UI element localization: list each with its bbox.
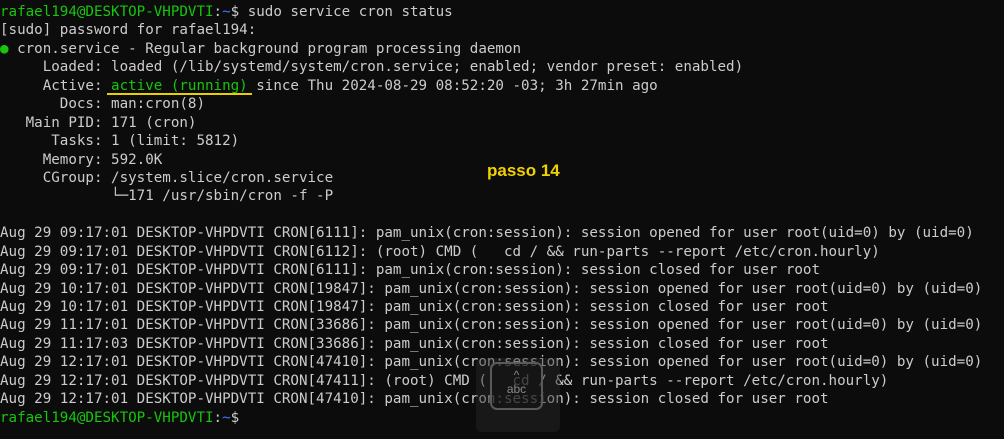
terminal-text: ~ xyxy=(222,4,231,20)
terminal-text: Aug 29 09:17:01 DESKTOP-VHPDVTI CRON[611… xyxy=(0,262,820,279)
terminal-text: Aug 29 12:17:01 DESKTOP-VHPDVTI CRON[474… xyxy=(0,372,889,389)
terminal-text: Aug 29 10:17:01 DESKTOP-VHPDVTI CRON[198… xyxy=(0,299,829,315)
terminal-text: cron.service - Regular background progra… xyxy=(8,40,522,57)
active-status-highlight: active (running) xyxy=(107,77,252,96)
terminal-text: ~ xyxy=(222,409,231,426)
terminal-text: Memory: 592.0K xyxy=(0,151,163,168)
terminal-text: rafael194@DESKTOP-VHPDVTI xyxy=(0,4,214,20)
terminal-text: Aug 29 12:17:01 DESKTOP-VHPDVTI CRON[474… xyxy=(0,391,829,408)
terminal-line: Loaded: loaded (/lib/systemd/system/cron… xyxy=(0,58,1004,76)
terminal-line: Aug 29 10:17:01 DESKTOP-VHPDVTI CRON[198… xyxy=(0,280,1004,298)
terminal-text: since Thu 2024-08-29 08:52:20 -03; 3h 27… xyxy=(247,77,658,94)
terminal-text: Aug 29 10:17:01 DESKTOP-VHPDVTI CRON[198… xyxy=(0,280,983,297)
terminal-line: └─171 /usr/sbin/cron -f -P xyxy=(0,187,1004,205)
terminal-line: Tasks: 1 (limit: 5812) xyxy=(0,132,1004,150)
terminal-text: └─171 /usr/sbin/cron -f -P xyxy=(0,188,334,205)
terminal-text: ● xyxy=(0,40,9,57)
chevron-up-icon: ^ xyxy=(513,368,520,382)
terminal-text: rafael194@DESKTOP-VHPDVTI xyxy=(0,409,214,426)
terminal-text: Aug 29 09:17:01 DESKTOP-VHPDVTI CRON[611… xyxy=(0,243,880,260)
terminal-text: Tasks: 1 (limit: 5812) xyxy=(0,133,240,150)
terminal-line: Docs: man:cron(8) xyxy=(0,95,1004,113)
input-mode-indicator[interactable]: ^ abc xyxy=(490,362,543,410)
terminal-text: Main PID: 171 (cron) xyxy=(0,114,197,131)
step-annotation: passo 14 xyxy=(487,161,560,180)
terminal-text: Active: xyxy=(0,77,112,94)
terminal-line: Active: active (running) since Thu 2024-… xyxy=(0,77,1004,96)
terminal-text: Docs: man:cron(8) xyxy=(0,96,205,113)
terminal-line: Aug 29 11:17:03 DESKTOP-VHPDVTI CRON[336… xyxy=(0,335,1004,353)
terminal-line: [sudo] password for rafael194: xyxy=(0,21,1004,39)
terminal-text: $ sudo service cron status xyxy=(230,4,453,20)
terminal-line: rafael194@DESKTOP-VHPDVTI:~$ sudo servic… xyxy=(0,3,1004,21)
terminal-line: ● cron.service - Regular background prog… xyxy=(0,40,1004,58)
terminal-text: [sudo] password for rafael194: xyxy=(0,22,257,39)
terminal-line: Aug 29 09:17:01 DESKTOP-VHPDVTI CRON[611… xyxy=(0,224,1004,242)
input-mode-label: abc xyxy=(506,382,527,396)
terminal-line: Aug 29 11:17:01 DESKTOP-VHPDVTI CRON[336… xyxy=(0,316,1004,334)
terminal-line: Main PID: 171 (cron) xyxy=(0,114,1004,132)
terminal-text: CGroup: /system.slice/cron.service xyxy=(0,169,334,186)
terminal-text: Aug 29 11:17:01 DESKTOP-VHPDVTI CRON[336… xyxy=(0,317,983,334)
terminal-line: Aug 29 09:17:01 DESKTOP-VHPDVTI CRON[611… xyxy=(0,243,1004,261)
terminal-text: : xyxy=(213,409,223,426)
terminal-text: Aug 29 09:17:01 DESKTOP-VHPDVTI CRON[611… xyxy=(0,225,974,242)
terminal-text: Loaded: loaded (/lib/systemd/system/cron… xyxy=(0,59,744,76)
terminal-line: Aug 29 09:17:01 DESKTOP-VHPDVTI CRON[611… xyxy=(0,261,1004,279)
terminal-text: : xyxy=(213,4,223,20)
terminal-text: Aug 29 11:17:03 DESKTOP-VHPDVTI CRON[336… xyxy=(0,335,829,352)
terminal-line: Aug 29 10:17:01 DESKTOP-VHPDVTI CRON[198… xyxy=(0,298,1004,316)
terminal-text: $ xyxy=(230,409,240,426)
